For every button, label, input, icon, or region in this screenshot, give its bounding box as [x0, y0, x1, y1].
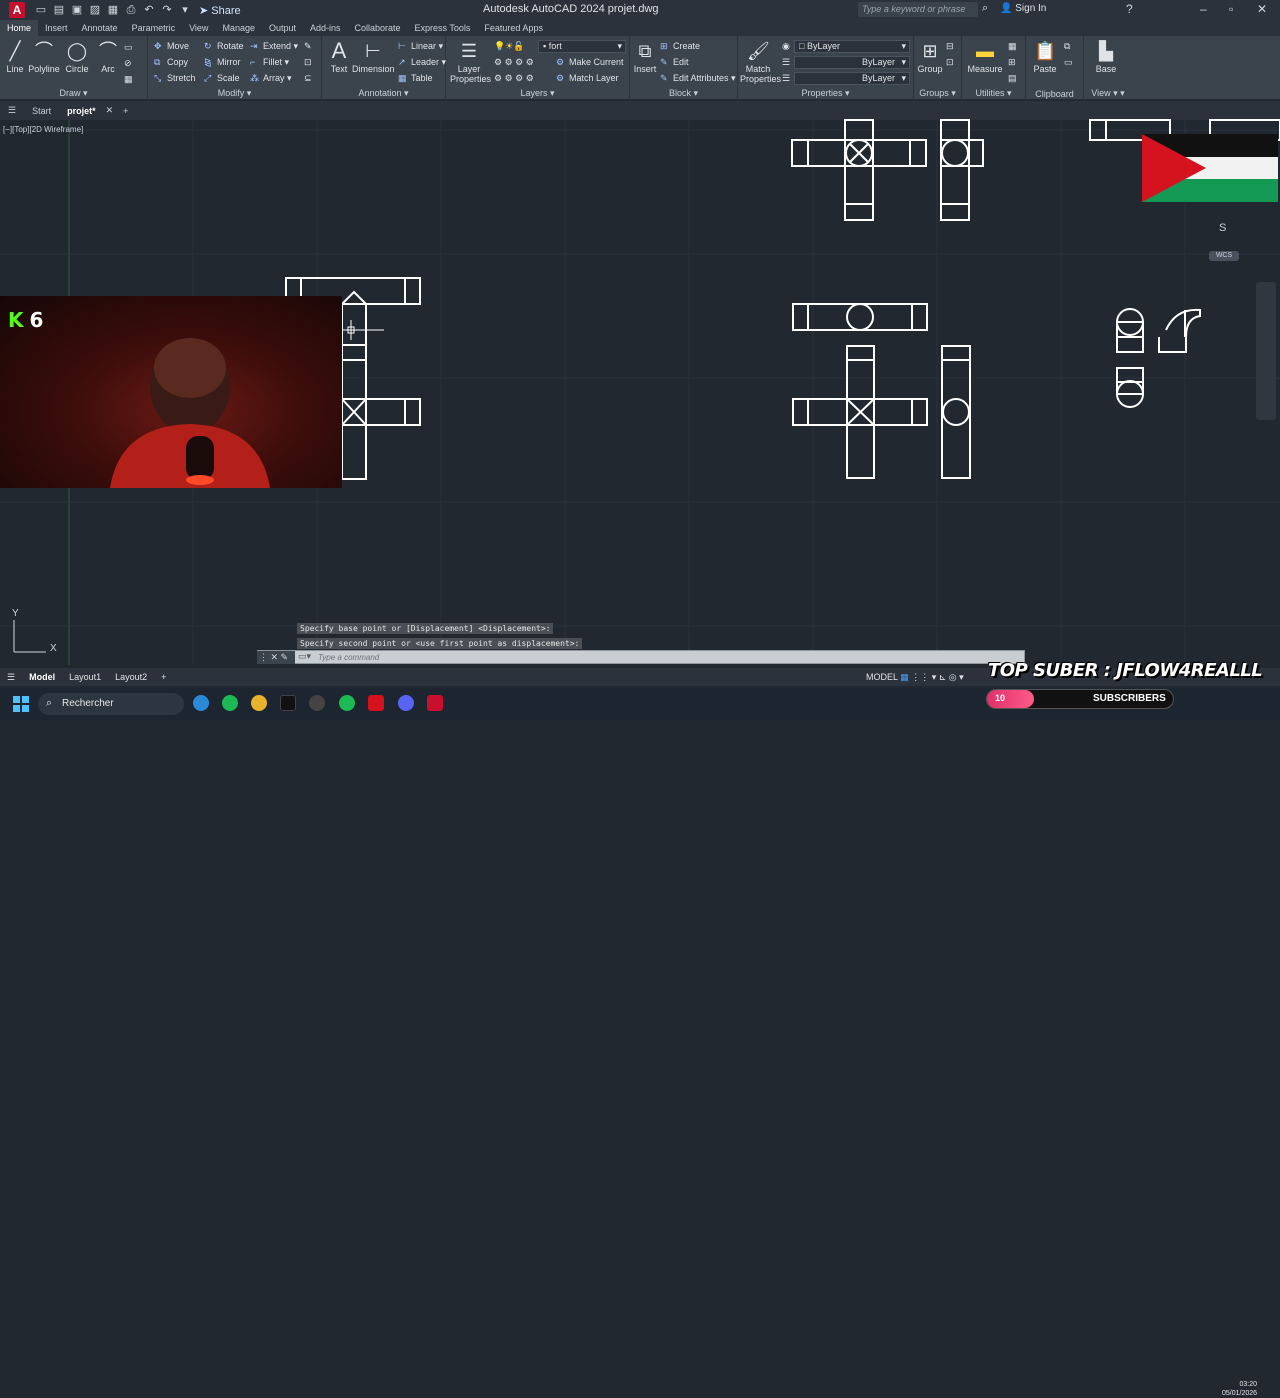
command-line: ⋮ ✕ ✎ ▭▾ Type a command — [257, 650, 1025, 664]
pipe-horizontal-tee[interactable] — [792, 303, 928, 331]
palestine-flag-image — [1142, 134, 1278, 202]
edge-icon[interactable] — [193, 695, 209, 711]
crosshair-cursor — [342, 320, 384, 340]
taskbar-search-label: Rechercher — [62, 698, 114, 709]
ucs-y-label: Y — [12, 608, 19, 619]
viewcube-south-label[interactable]: S — [1219, 222, 1226, 234]
tiktok-icon[interactable] — [280, 695, 296, 711]
clock-date: 05/01/2026 — [1222, 1390, 1258, 1397]
spotify-icon[interactable] — [222, 695, 238, 711]
top-suber-overlay: TOP SUBER : JFLOW4REALLL — [988, 660, 1263, 681]
subscribers-goal-bar: 10 SUBSCRIBERS — [986, 689, 1174, 709]
ucs-icon — [13, 620, 46, 653]
autocad-taskbar-icon[interactable] — [427, 695, 443, 711]
ucs-x-label: X — [50, 643, 57, 654]
subscribers-count: 10 — [995, 693, 1006, 703]
pipe-cross-bottom[interactable] — [792, 345, 928, 479]
taskbar-search[interactable]: Rechercher — [38, 693, 184, 715]
subscribers-label: SUBSCRIBERS — [1093, 693, 1166, 704]
spotify-2-icon[interactable] — [339, 695, 355, 711]
windows-start-icon[interactable] — [13, 696, 29, 712]
command-history-line: Specify base point or [Displacement] <Di… — [297, 623, 554, 634]
discord-icon[interactable] — [398, 695, 414, 711]
wcs-menu[interactable]: WCS — [1209, 251, 1239, 261]
system-clock[interactable]: 03:20 05/01/2026 — [1222, 1380, 1257, 1398]
grid-toggle-icon[interactable]: ▦ — [900, 672, 909, 682]
clock-time: 03:20 — [1239, 1381, 1258, 1388]
layout-tab-layout2[interactable]: Layout2 — [108, 672, 154, 682]
command-line-tools[interactable]: ⋮ ✕ ✎ — [257, 651, 295, 664]
search-icon: ⌕ — [46, 697, 53, 709]
layout-menu-icon[interactable]: ☰ — [0, 672, 22, 683]
chrome-icon[interactable] — [251, 695, 267, 711]
subscribers-progress-fill — [987, 690, 1034, 708]
webcam-person-image — [110, 338, 270, 488]
pipe-elbow-small[interactable] — [1116, 308, 1201, 408]
kick-counter: K6 — [8, 308, 43, 332]
add-layout-icon[interactable]: + — [154, 672, 173, 682]
command-history: Specify base point or [Displacement] <Di… — [297, 622, 583, 652]
layout-tab-layout1[interactable]: Layout1 — [62, 672, 108, 682]
command-dropdown-icon[interactable]: ▭▾ — [298, 651, 311, 662]
pipe-cross-top[interactable] — [791, 119, 927, 221]
model-status-label: MODEL — [866, 672, 898, 682]
obs-icon[interactable] — [309, 695, 325, 711]
command-input[interactable]: Type a command — [318, 651, 379, 664]
pipe-tee-vertical-top[interactable] — [940, 119, 984, 221]
kick-logo-icon: K — [8, 308, 24, 332]
kick-count: 6 — [29, 308, 44, 332]
navigation-bar[interactable] — [1256, 282, 1276, 420]
command-history-line: Specify second point or <use first point… — [297, 638, 583, 649]
model-space-toggle[interactable]: MODEL ▦ ⋮⋮ ▾ ⊾ ◎ ▾ — [866, 672, 964, 683]
webcam-overlay: K6 — [0, 296, 342, 488]
layout-tab-model[interactable]: Model — [22, 672, 62, 682]
app-red-icon[interactable] — [368, 695, 384, 711]
pipe-vertical-tee[interactable] — [941, 345, 971, 479]
